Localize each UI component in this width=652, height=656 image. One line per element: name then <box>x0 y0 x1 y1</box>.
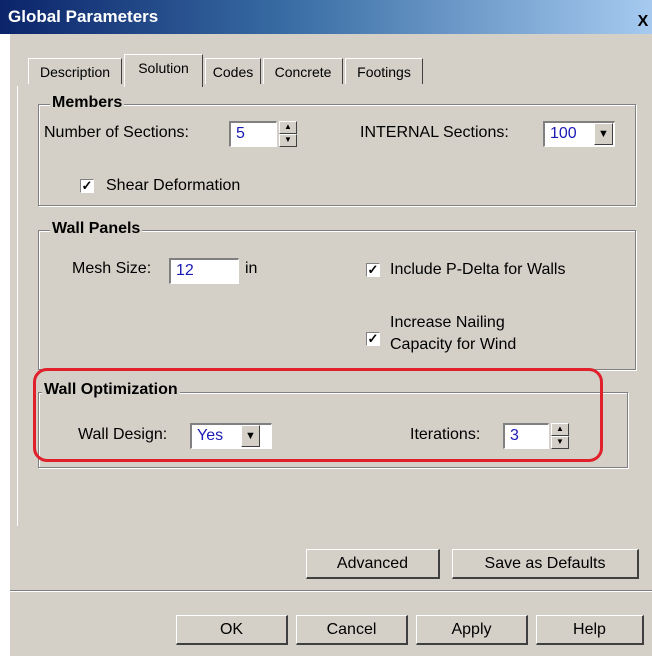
spin-down-icon[interactable]: ▼ <box>279 134 297 147</box>
tab-codes[interactable]: Codes <box>205 58 261 84</box>
number-of-sections-label: Number of Sections: <box>44 124 189 141</box>
include-pdelta-checkbox[interactable]: ✓ <box>366 263 380 277</box>
cancel-button[interactable]: Cancel <box>296 615 408 645</box>
include-pdelta-label: Include P-Delta for Walls <box>390 261 566 278</box>
mesh-size-unit: in <box>245 260 258 277</box>
advanced-button[interactable]: Advanced <box>306 549 440 579</box>
number-of-sections-spinner[interactable]: ▲ ▼ <box>279 121 297 147</box>
increase-nailing-checkbox[interactable]: ✓ <box>366 332 380 346</box>
save-as-defaults-button[interactable]: Save as Defaults <box>452 549 639 579</box>
tab-footings[interactable]: Footings <box>345 58 423 84</box>
tab-concrete[interactable]: Concrete <box>263 58 343 84</box>
increase-nailing-label-line2: Capacity for Wind <box>390 336 517 353</box>
highlight-annotation <box>33 368 603 462</box>
internal-sections-label: INTERNAL Sections: <box>360 124 509 141</box>
spin-up-icon[interactable]: ▲ <box>279 121 297 134</box>
shear-deformation-label: Shear Deformation <box>106 177 241 194</box>
tab-description[interactable]: Description <box>28 58 122 84</box>
window-title: Global Parameters <box>8 7 159 26</box>
members-group-title: Members <box>50 94 125 112</box>
increase-nailing-label-line1: Increase Nailing <box>390 314 505 331</box>
mesh-size-label: Mesh Size: <box>72 260 152 277</box>
ok-button[interactable]: OK <box>176 615 288 645</box>
close-button[interactable]: X <box>634 12 652 32</box>
wall-panels-group-title: Wall Panels <box>50 220 143 238</box>
footer-divider-highlight <box>10 591 652 592</box>
wall-panels-group <box>38 230 636 370</box>
help-button[interactable]: Help <box>536 615 644 645</box>
shear-deformation-checkbox[interactable]: ✓ <box>80 179 94 193</box>
tab-solution[interactable]: Solution <box>124 54 203 87</box>
apply-button[interactable]: Apply <box>416 615 528 645</box>
mesh-size-input[interactable]: 12 <box>169 258 239 284</box>
number-of-sections-input[interactable]: 5 <box>229 121 277 147</box>
chevron-down-icon[interactable]: ▼ <box>594 123 613 145</box>
